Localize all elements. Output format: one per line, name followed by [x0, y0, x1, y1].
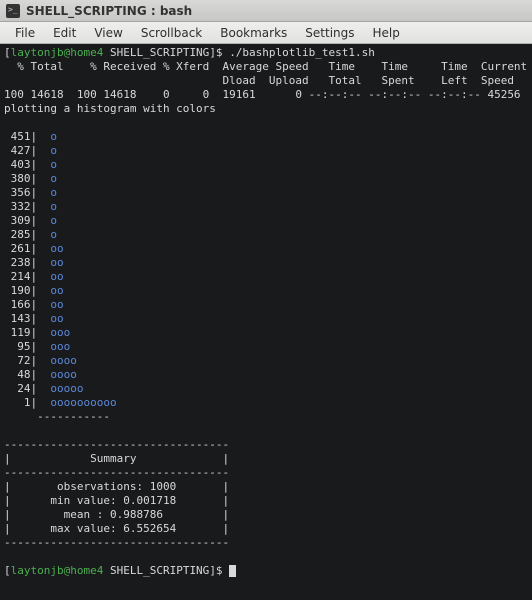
- summary-mean: | mean : 0.988786 |: [4, 508, 229, 521]
- menu-edit[interactable]: Edit: [44, 24, 85, 42]
- menu-file[interactable]: File: [6, 24, 44, 42]
- hist-axis: -----------: [4, 410, 110, 423]
- terminal-output[interactable]: [laytonjb@home4 SHELL_SCRIPTING]$ ./bash…: [0, 44, 532, 600]
- hist-bar: ooo: [50, 326, 70, 339]
- menu-help[interactable]: Help: [364, 24, 409, 42]
- menu-scrollback[interactable]: Scrollback: [132, 24, 211, 42]
- cursor: [229, 565, 236, 577]
- summary-sep3: ----------------------------------: [4, 536, 229, 549]
- hist-bar: o: [50, 144, 57, 157]
- hist-bar: oooo: [50, 368, 77, 381]
- curl-progress: 100 14618 100 14618 0 0 19161 0 --:--:--…: [4, 88, 521, 101]
- titlebar: SHELL_SCRIPTING : bash: [0, 0, 532, 22]
- summary-min: | min value: 0.001718 |: [4, 494, 229, 507]
- menu-settings[interactable]: Settings: [296, 24, 363, 42]
- hist-row: 285| o: [4, 228, 528, 242]
- hist-row: 427| o: [4, 144, 528, 158]
- histogram: 451| o 427| o 403| o 380| o 356| o 332| …: [4, 130, 528, 410]
- hist-row: 190| oo: [4, 284, 528, 298]
- summary-title: | Summary |: [4, 452, 229, 465]
- menubar: File Edit View Scrollback Bookmarks Sett…: [0, 22, 532, 44]
- curl-header-2: Dload Upload Total Spent Left Speed: [4, 74, 514, 87]
- hist-bar: o: [50, 130, 57, 143]
- hist-bar: o: [50, 214, 57, 227]
- hist-row: 356| o: [4, 186, 528, 200]
- hist-bar: o: [50, 200, 57, 213]
- plot-title: plotting a histogram with colors: [4, 102, 216, 115]
- hist-bar: oo: [50, 242, 63, 255]
- terminal-icon: [6, 4, 20, 18]
- hist-bar: ooo: [50, 340, 70, 353]
- command-text: ./bashplotlib_test1.sh: [229, 46, 375, 59]
- hist-bar: o: [50, 172, 57, 185]
- hist-bar: oo: [50, 284, 63, 297]
- hist-row: 238| oo: [4, 256, 528, 270]
- hist-row: 166| oo: [4, 298, 528, 312]
- hist-bar: oooo: [50, 354, 77, 367]
- hist-bar: oooooooooo: [50, 396, 116, 409]
- hist-bar: oo: [50, 312, 63, 325]
- hist-row: 332| o: [4, 200, 528, 214]
- hist-bar: o: [50, 158, 57, 171]
- hist-row: 380| o: [4, 172, 528, 186]
- summary-sep: ----------------------------------: [4, 438, 229, 451]
- hist-bar: oo: [50, 298, 63, 311]
- summary-obs: | observations: 1000 |: [4, 480, 229, 493]
- summary-sep2: ----------------------------------: [4, 466, 229, 479]
- menu-bookmarks[interactable]: Bookmarks: [211, 24, 296, 42]
- curl-header-1: % Total % Received % Xferd Average Speed…: [4, 60, 527, 73]
- window-title: SHELL_SCRIPTING : bash: [26, 4, 192, 18]
- hist-bar: oo: [50, 270, 63, 283]
- hist-row: 261| oo: [4, 242, 528, 256]
- menu-view[interactable]: View: [85, 24, 131, 42]
- hist-bar: o: [50, 186, 57, 199]
- hist-bar: o: [50, 228, 57, 241]
- prompt-2: [laytonjb@home4 SHELL_SCRIPTING]$: [4, 564, 223, 577]
- hist-row: 119| ooo: [4, 326, 528, 340]
- hist-row: 24| ooooo: [4, 382, 528, 396]
- hist-row: 1| oooooooooo: [4, 396, 528, 410]
- hist-bar: oo: [50, 256, 63, 269]
- hist-row: 403| o: [4, 158, 528, 172]
- hist-row: 309| o: [4, 214, 528, 228]
- hist-row: 451| o: [4, 130, 528, 144]
- hist-bar: ooooo: [50, 382, 83, 395]
- hist-row: 72| oooo: [4, 354, 528, 368]
- hist-row: 48| oooo: [4, 368, 528, 382]
- prompt: [laytonjb@home4 SHELL_SCRIPTING]$: [4, 46, 223, 59]
- summary-max: | max value: 6.552654 |: [4, 522, 229, 535]
- hist-row: 214| oo: [4, 270, 528, 284]
- hist-row: 95| ooo: [4, 340, 528, 354]
- hist-row: 143| oo: [4, 312, 528, 326]
